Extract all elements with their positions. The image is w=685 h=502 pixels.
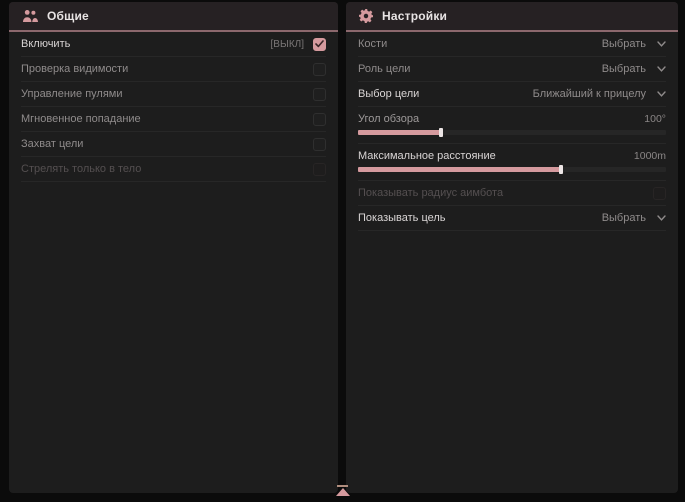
dropdown[interactable]: Ближайший к прицелу: [533, 88, 666, 100]
row-controls: [313, 63, 326, 76]
slider-label-line: Угол обзора 100°: [358, 111, 666, 126]
chevron-down-icon: [657, 41, 666, 47]
users-icon: [22, 9, 38, 23]
slider-value: 100°: [644, 113, 666, 125]
row-label: Стрелять только в тело: [21, 163, 141, 175]
general-row[interactable]: Захват цели: [21, 132, 326, 157]
row-label: Показывать цель: [358, 212, 446, 224]
settings-panel: Настройки Кости Выбрать Роль цели Выбрать Вы…: [346, 2, 678, 493]
dropdown[interactable]: Выбрать: [602, 212, 666, 224]
slider[interactable]: [358, 130, 666, 135]
row-controls: [313, 163, 326, 176]
settings-row[interactable]: Роль цели Выбрать: [358, 57, 666, 82]
chevron-down-icon: [657, 91, 666, 97]
settings-rows: Кости Выбрать Роль цели Выбрать Выбор цели Бл…: [346, 32, 678, 231]
checkbox: [313, 163, 326, 176]
general-panel-title: Общие: [47, 9, 89, 23]
settings-row[interactable]: Выбор цели Ближайший к прицелу: [358, 82, 666, 107]
row-label: Захват цели: [21, 138, 83, 150]
settings-panel-header: Настройки: [346, 2, 678, 32]
checkbox[interactable]: [313, 63, 326, 76]
checkbox[interactable]: [313, 88, 326, 101]
settings-row[interactable]: Показывать цель Выбрать: [358, 206, 666, 231]
hotkey-label: [ВЫКЛ]: [271, 39, 304, 50]
dropdown-value: Ближайший к прицелу: [533, 88, 646, 100]
settings-row-slider: Угол обзора 100°: [358, 107, 666, 144]
settings-row[interactable]: Кости Выбрать: [358, 32, 666, 57]
general-panel-header: Общие: [9, 2, 338, 32]
row-label: Кости: [358, 38, 387, 50]
row-label: Управление пулями: [21, 88, 123, 100]
general-panel: Общие Включить [ВЫКЛ] Проверка видимости Уп…: [9, 2, 338, 493]
chevron-down-icon: [657, 215, 666, 221]
row-controls: [313, 113, 326, 126]
row-controls: [313, 138, 326, 151]
dropdown-value: Выбрать: [602, 38, 646, 50]
general-row[interactable]: Мгновенное попадание: [21, 107, 326, 132]
general-row[interactable]: Управление пулями: [21, 82, 326, 107]
row-controls: [653, 187, 666, 200]
row-label: Роль цели: [358, 63, 410, 75]
row-label: Включить: [21, 38, 70, 50]
checkbox[interactable]: [313, 113, 326, 126]
chevron-down-icon: [657, 66, 666, 72]
row-label: Выбор цели: [358, 88, 419, 100]
row-controls: [ВЫКЛ]: [271, 38, 326, 51]
arrow-up-indicator: [335, 485, 350, 496]
settings-panel-title: Настройки: [382, 9, 447, 23]
gear-icon: [359, 9, 373, 23]
row-controls: Выбрать: [602, 212, 666, 224]
row-label: Проверка видимости: [21, 63, 128, 75]
settings-row: Показывать радиус аимбота: [358, 181, 666, 206]
slider-thumb[interactable]: [559, 165, 563, 174]
dropdown-value: Выбрать: [602, 212, 646, 224]
row-label: Угол обзора: [358, 113, 419, 125]
row-controls: [313, 88, 326, 101]
slider-fill: [358, 167, 561, 172]
dropdown[interactable]: Выбрать: [602, 38, 666, 50]
row-controls: Выбрать: [602, 38, 666, 50]
slider-fill: [358, 130, 441, 135]
dropdown[interactable]: Выбрать: [602, 63, 666, 75]
general-row[interactable]: Включить [ВЫКЛ]: [21, 32, 326, 57]
row-label: Максимальное расстояние: [358, 150, 496, 162]
row-controls: Ближайший к прицелу: [533, 88, 666, 100]
general-rows: Включить [ВЫКЛ] Проверка видимости Управлен…: [9, 32, 338, 182]
slider-thumb[interactable]: [439, 128, 443, 137]
row-controls: Выбрать: [602, 63, 666, 75]
checkbox[interactable]: [313, 38, 326, 51]
slider-label-line: Максимальное расстояние 1000m: [358, 148, 666, 163]
dropdown-value: Выбрать: [602, 63, 646, 75]
checkbox[interactable]: [313, 138, 326, 151]
slider-value: 1000m: [634, 150, 666, 162]
general-row: Стрелять только в тело: [21, 157, 326, 182]
row-label: Мгновенное попадание: [21, 113, 141, 125]
checkbox: [653, 187, 666, 200]
row-label: Показывать радиус аимбота: [358, 187, 503, 199]
general-row[interactable]: Проверка видимости: [21, 57, 326, 82]
slider[interactable]: [358, 167, 666, 172]
settings-row-slider: Максимальное расстояние 1000m: [358, 144, 666, 181]
